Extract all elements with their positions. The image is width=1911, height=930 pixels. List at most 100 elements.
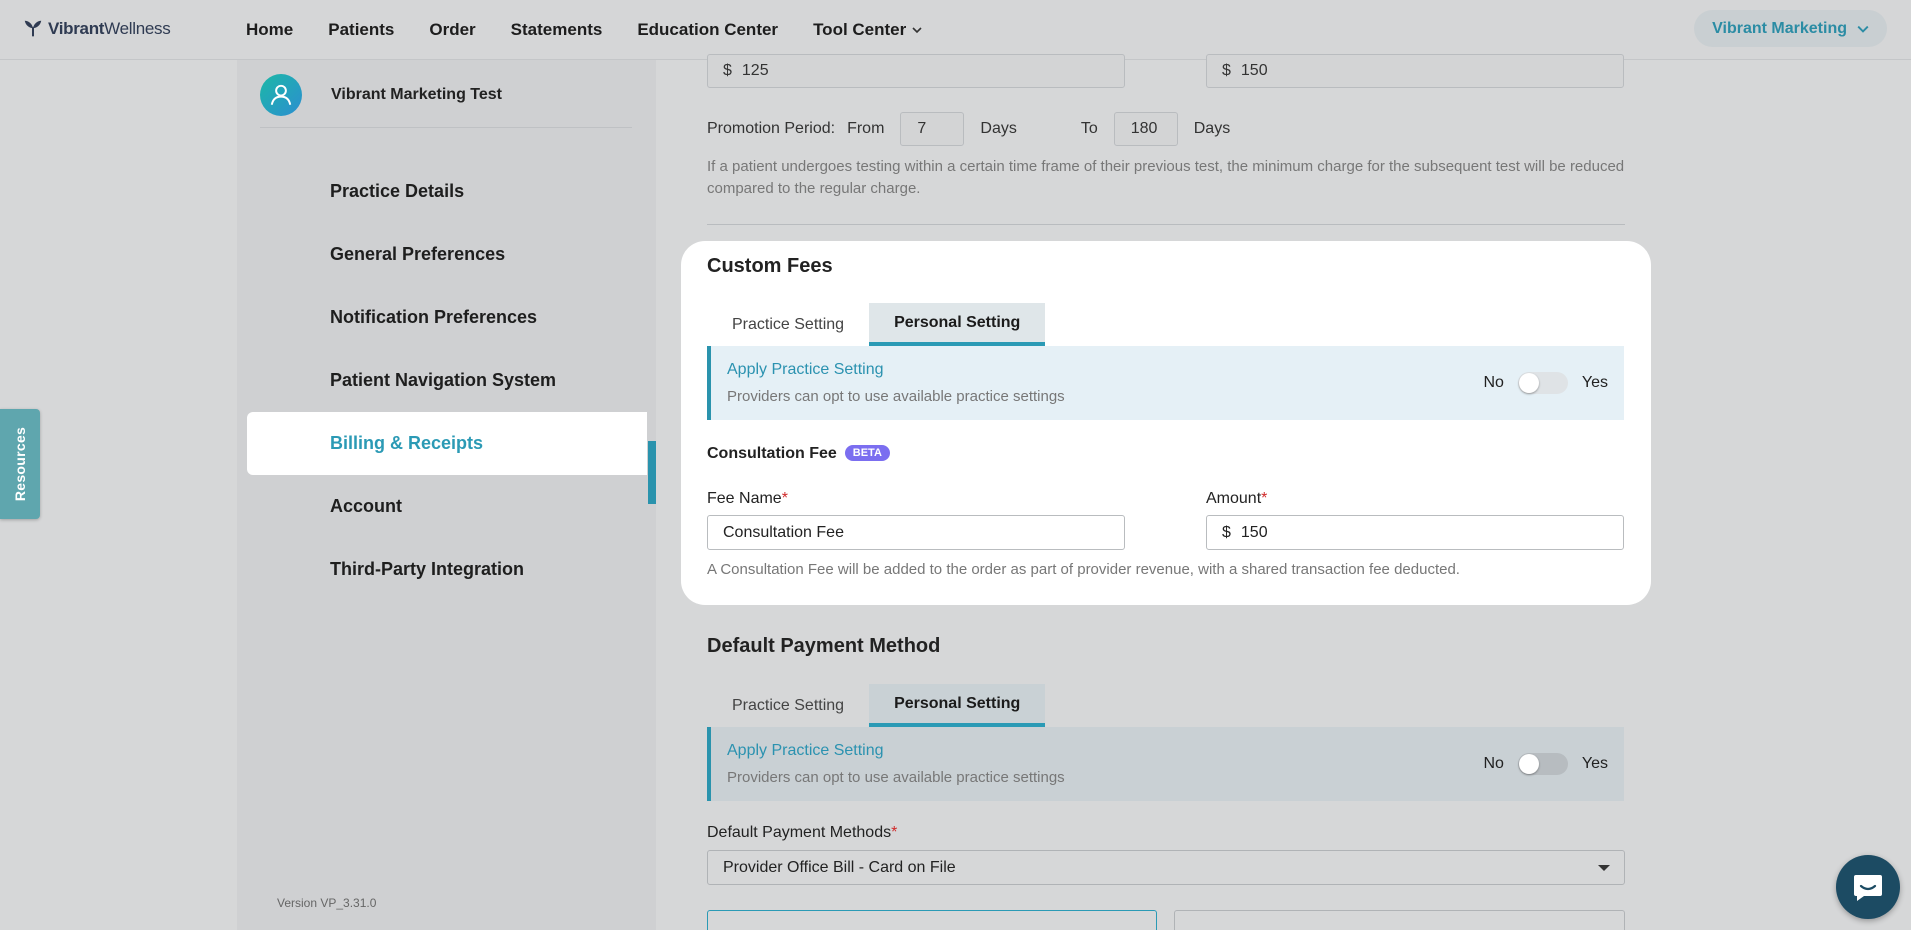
tab-practice-setting[interactable]: Practice Setting [707,303,869,346]
regular-charge-value: 150 [1240,62,1268,79]
sidebar-item-general-preferences[interactable]: General Preferences [237,223,656,286]
default-payment-method-select[interactable]: Provider Office Bill - Card on File [707,850,1625,885]
nav-tool-center[interactable]: Tool Center [813,20,922,40]
apply-practice-setting-box: Apply Practice Setting Providers can opt… [707,727,1624,801]
sidebar-menu: Practice Details General Preferences Not… [237,160,656,601]
settings-sidebar: Vibrant Marketing Test Practice Details … [237,60,656,930]
beta-badge: BETA [844,445,890,461]
amount-label-text: Amount [1206,490,1262,507]
to-label: To [1080,120,1098,137]
default-payment-methods-label: Default Payment Methods* [707,824,897,842]
nav-statements[interactable]: Statements [511,20,603,40]
required-asterisk: * [781,490,788,507]
default-payment-methods-label-text: Default Payment Methods [707,824,892,841]
account-menu-button[interactable]: Vibrant Marketing [1694,10,1887,47]
account-name: Vibrant Marketing [1712,19,1847,37]
sidebar-item-notification-preferences[interactable]: Notification Preferences [237,286,656,349]
sidebar-item-patient-navigation-system[interactable]: Patient Navigation System [237,349,656,412]
sidebar-item-billing-receipts[interactable]: Billing & Receipts [247,412,647,475]
main-nav: Home Patients Order Statements Education… [246,0,957,60]
chat-support-button[interactable] [1836,855,1900,919]
apply-practice-setting-text: Apply Practice Setting Providers can opt… [727,742,1065,786]
required-asterisk: * [1261,490,1268,507]
amount-value: 150 [1240,523,1268,541]
vibrant-wellness-logo[interactable]: VibrantWellness [22,18,171,40]
currency-symbol: $ [1222,62,1231,79]
apply-practice-setting-text: Apply Practice Setting Providers can opt… [727,361,1065,405]
chat-bubble-icon [1854,875,1882,901]
fee-name-label-text: Fee Name [707,490,782,507]
avatar [260,74,302,116]
promotion-from-input[interactable]: 7 [900,112,965,146]
default-payment-method-title: Default Payment Method [707,635,941,657]
active-indicator [648,441,656,504]
toggle-no-label: No [1483,374,1504,391]
from-label: From [847,120,885,137]
tab-practice-setting[interactable]: Practice Setting [707,684,869,727]
top-navigation-bar: VibrantWellness Home Patients Order Stat… [0,0,1911,60]
consultation-fee-note: A Consultation Fee will be added to the … [707,561,1460,578]
tab-personal-setting[interactable]: Personal Setting [869,303,1046,346]
apply-practice-setting-toggle[interactable] [1517,372,1568,394]
custom-fees-title: Custom Fees [707,255,833,277]
custom-fees-card: Custom Fees Practice Setting Personal Se… [681,241,1651,605]
sidebar-item-account[interactable]: Account [237,475,656,538]
promotion-to-input[interactable]: 180 [1113,112,1178,146]
amount-input[interactable]: $ 150 [1206,515,1624,550]
nav-patients[interactable]: Patients [328,20,394,40]
payment-card-option[interactable] [1174,910,1625,930]
version-label: Version VP_3.31.0 [277,896,377,910]
profile-name: Vibrant Marketing Test [331,86,502,103]
nav-order[interactable]: Order [429,20,475,40]
consultation-fee-label: Consultation Fee [707,445,837,462]
apply-practice-setting-subtitle: Providers can opt to use available pract… [727,388,1065,405]
resources-tab[interactable]: Resources [0,409,40,519]
custom-fees-tabs: Practice Setting Personal Setting [707,303,1046,346]
to-unit: Days [1193,120,1231,137]
payment-card-option[interactable] [707,910,1157,930]
divider [260,127,632,128]
apply-practice-setting-toggle[interactable] [1517,753,1568,775]
nav-tool-center-label: Tool Center [813,20,907,39]
resources-label: Resources [12,426,29,502]
apply-practice-setting-box: Apply Practice Setting Providers can opt… [707,346,1624,420]
apply-practice-toggle-group: No Yes [1483,753,1608,775]
selected-payment-method: Provider Office Bill - Card on File [723,858,956,876]
regular-charge-field[interactable]: $ 150 [1206,54,1624,88]
tab-personal-setting[interactable]: Personal Setting [869,684,1046,727]
apply-practice-setting-title: Apply Practice Setting [727,742,884,759]
required-asterisk: * [891,824,898,841]
fee-name-input[interactable]: Consultation Fee [707,515,1125,550]
apply-practice-setting-subtitle: Providers can opt to use available pract… [727,769,1065,786]
divider [707,224,1625,225]
nav-home[interactable]: Home [246,20,293,40]
chevron-down-icon [912,27,922,34]
amount-label: Amount* [1206,490,1267,508]
fee-name-label: Fee Name* [707,490,788,508]
user-icon [270,84,292,105]
minimum-charge-field[interactable]: $ 125 [707,54,1125,88]
promotion-period-label: Promotion Period: [707,120,836,137]
from-unit: Days [980,120,1017,137]
vibrant-leaf-icon [24,20,42,37]
consultation-fee-heading: Consultation Fee BETA [707,445,890,463]
toggle-yes-label: Yes [1581,755,1608,772]
sidebar-item-third-party-integration[interactable]: Third-Party Integration [237,538,656,601]
nav-education-center[interactable]: Education Center [637,20,778,40]
promotion-note: If a patient undergoes testing within a … [707,158,1625,197]
sidebar-item-practice-details[interactable]: Practice Details [237,160,656,223]
toggle-no-label: No [1483,755,1504,772]
currency-symbol: $ [723,62,732,79]
toggle-yes-label: Yes [1581,374,1608,391]
logo-text: VibrantWellness [48,19,171,38]
payment-tabs: Practice Setting Personal Setting [707,684,1046,727]
chevron-down-icon [1857,25,1869,33]
apply-practice-setting-title: Apply Practice Setting [727,361,884,378]
profile-header: Vibrant Marketing Test [260,74,502,116]
apply-practice-toggle-group: No Yes [1483,372,1608,394]
promotion-period-row: Promotion Period: From 7 Days To 180 Day… [707,112,1230,146]
caret-down-icon [1598,864,1610,871]
billing-settings-panel: $ 125 $ 150 Promotion Period: From 7 Day… [656,54,1911,930]
currency-symbol: $ [1222,523,1231,541]
minimum-charge-value: 125 [741,62,769,79]
